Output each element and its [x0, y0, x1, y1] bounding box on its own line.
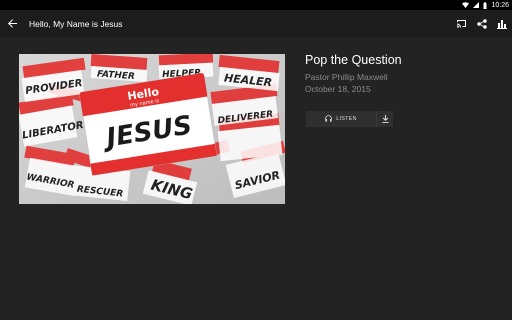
audio-player: LISTEN: [306, 111, 393, 127]
sermon-artwork: FATHER HELPER HEALER PROVIDER LIBERATOR …: [19, 54, 285, 204]
status-time: 10:26: [491, 1, 509, 9]
listen-label: LISTEN: [336, 116, 357, 122]
sermon-speaker: Pastor Phillip Maxwell: [305, 72, 388, 82]
headphones-icon: [325, 114, 333, 124]
signal-icon: [473, 2, 480, 8]
listen-button[interactable]: LISTEN: [306, 111, 376, 127]
sermon-date: October 18, 2015: [305, 84, 371, 94]
toolbar-actions: [456, 10, 507, 37]
sermon-title: Pop the Question: [305, 53, 402, 67]
back-arrow-icon[interactable]: [6, 18, 18, 30]
page-title: Hello, My Name is Jesus: [29, 18, 123, 29]
share-icon[interactable]: [477, 18, 487, 29]
download-button[interactable]: [376, 111, 393, 127]
status-bar: 10:26: [0, 0, 512, 10]
stats-icon[interactable]: [497, 19, 507, 29]
cast-icon[interactable]: [456, 19, 467, 28]
wifi-icon: [462, 2, 470, 8]
battery-icon: [483, 1, 487, 9]
app-toolbar: Hello, My Name is Jesus: [0, 10, 512, 37]
download-icon: [382, 110, 389, 128]
